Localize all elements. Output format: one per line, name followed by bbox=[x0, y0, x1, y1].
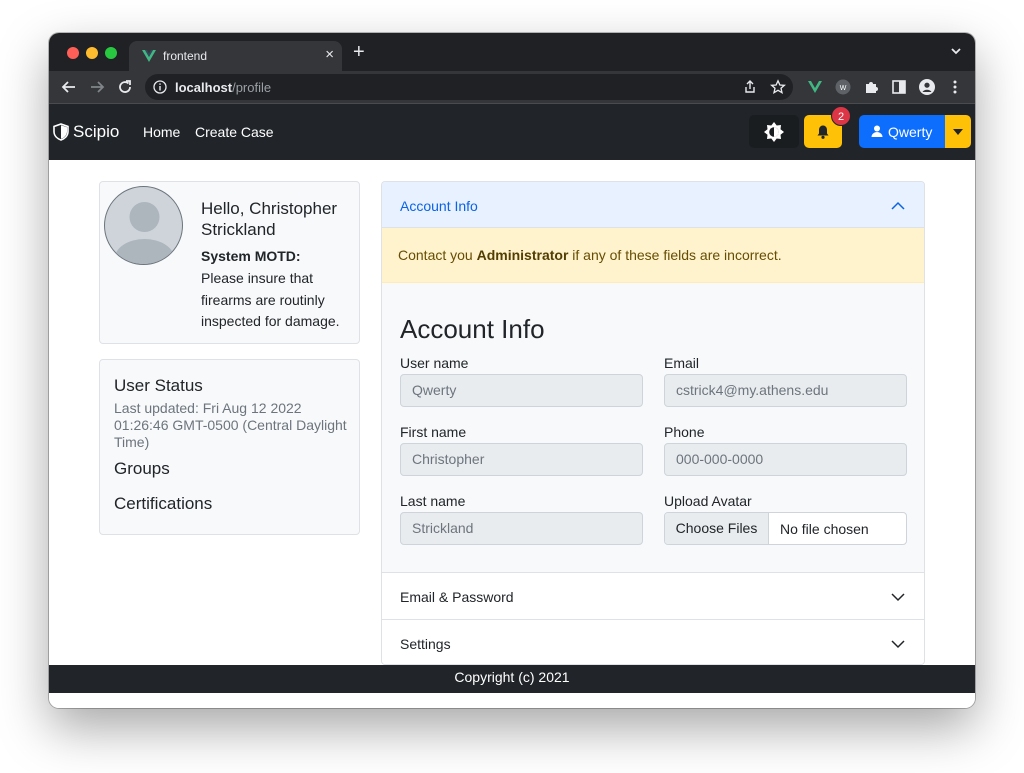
email-label: Email bbox=[664, 355, 700, 371]
account-info-accordion-header[interactable]: Account Info bbox=[382, 182, 924, 228]
user-dropdown-toggle[interactable] bbox=[945, 115, 971, 148]
form-title: Account Info bbox=[400, 314, 545, 344]
default-avatar-icon bbox=[114, 202, 175, 264]
choose-files-button[interactable]: Choose Files bbox=[665, 513, 769, 544]
brightness-icon bbox=[764, 122, 784, 142]
caret-down-icon bbox=[953, 129, 963, 135]
settings-header-label: Settings bbox=[400, 636, 451, 652]
chevron-up-icon bbox=[891, 201, 905, 210]
profile-avatar-icon[interactable] bbox=[919, 79, 935, 95]
alert-text: Contact you Administrator if any of thes… bbox=[398, 247, 782, 263]
motd-text: Please insure that firearms are routinly… bbox=[201, 270, 340, 329]
new-tab-button[interactable]: + bbox=[353, 42, 365, 62]
user-status-card: User Status Last updated: Fri Aug 12 202… bbox=[99, 359, 360, 535]
share-icon[interactable] bbox=[742, 79, 758, 95]
chevron-down-icon[interactable] bbox=[949, 44, 963, 58]
brand-name: Scipio bbox=[73, 122, 120, 141]
theme-toggle-button[interactable] bbox=[749, 115, 799, 148]
wappalyzer-icon[interactable]: W bbox=[835, 79, 851, 95]
groups-heading: Groups bbox=[114, 459, 170, 478]
url-path: /profile bbox=[232, 80, 272, 95]
motd-label: System MOTD: bbox=[201, 248, 301, 264]
nav-link-create-case[interactable]: Create Case bbox=[195, 124, 274, 140]
account-info-header-label: Account Info bbox=[400, 198, 478, 214]
brand-link[interactable]: Scipio bbox=[53, 122, 119, 142]
back-arrow-icon[interactable] bbox=[60, 78, 78, 96]
browser-tab[interactable]: frontend × bbox=[129, 41, 342, 71]
info-icon[interactable] bbox=[153, 80, 167, 94]
email-field[interactable]: cstrick4@my.athens.edu bbox=[664, 374, 907, 407]
warning-alert: Contact you Administrator if any of thes… bbox=[382, 228, 924, 283]
user-icon bbox=[871, 125, 883, 137]
minimize-window-button[interactable] bbox=[86, 47, 98, 59]
greeting: Hello, Christopher Strickland bbox=[201, 199, 338, 239]
browser-toolbar: localhost/profile W bbox=[49, 71, 975, 103]
firstname-label: First name bbox=[400, 424, 467, 440]
chevron-down-icon bbox=[891, 593, 905, 602]
settings-accordion-header[interactable]: Settings bbox=[382, 619, 924, 664]
vue-devtools-icon[interactable] bbox=[807, 79, 823, 95]
extensions-puzzle-icon[interactable] bbox=[863, 79, 879, 95]
certifications-heading: Certifications bbox=[114, 494, 213, 513]
alert-bold: Administrator bbox=[476, 247, 569, 263]
username-field[interactable]: Qwerty bbox=[400, 374, 643, 407]
bookmark-star-icon[interactable] bbox=[770, 79, 786, 95]
account-info-body: Account Info User name Qwerty Email cstr… bbox=[382, 283, 924, 572]
alert-prefix: Contact you bbox=[398, 247, 477, 263]
email-password-header-label: Email & Password bbox=[400, 589, 514, 605]
email-password-accordion-header[interactable]: Email & Password bbox=[382, 572, 924, 619]
side-panel-icon[interactable] bbox=[891, 79, 907, 95]
maximize-window-button[interactable] bbox=[105, 47, 117, 59]
avatar bbox=[104, 186, 183, 265]
bell-icon bbox=[817, 125, 829, 139]
username-label: User name bbox=[400, 355, 469, 371]
url-host: localhost bbox=[175, 80, 233, 95]
file-status-text: No file chosen bbox=[780, 521, 869, 537]
profile-accordion: Account Info Contact you Administrator i… bbox=[381, 181, 925, 665]
notification-badge: 2 bbox=[831, 106, 851, 126]
profile-card: Hello, Christopher Strickland System MOT… bbox=[99, 181, 360, 344]
user-status-title: User Status bbox=[114, 376, 203, 395]
lastname-field[interactable]: Strickland bbox=[400, 512, 643, 545]
browser-window: frontend × + localhost/profile W Scipio … bbox=[49, 33, 975, 708]
avatar-upload-label: Upload Avatar bbox=[664, 493, 752, 509]
vue-logo-icon bbox=[142, 50, 156, 62]
reload-icon[interactable] bbox=[116, 78, 134, 96]
page-footer: Copyright (c) 2021 bbox=[49, 665, 975, 693]
lastname-label: Last name bbox=[400, 493, 466, 509]
tab-close-button[interactable]: × bbox=[325, 46, 334, 64]
close-window-button[interactable] bbox=[67, 47, 79, 59]
last-updated-text: Last updated: Fri Aug 12 2022 01:26:46 G… bbox=[114, 400, 347, 450]
nav-link-home[interactable]: Home bbox=[143, 124, 180, 140]
phone-label: Phone bbox=[664, 424, 705, 440]
phone-field[interactable]: 000-000-0000 bbox=[664, 443, 907, 476]
forward-arrow-icon[interactable] bbox=[88, 78, 106, 96]
alert-suffix: if any of these fields are incorrect. bbox=[568, 247, 782, 263]
firstname-field[interactable]: Christopher bbox=[400, 443, 643, 476]
chevron-down-icon bbox=[891, 640, 905, 649]
kebab-menu-icon[interactable] bbox=[947, 79, 963, 95]
avatar-upload-field[interactable]: Choose Files No file chosen bbox=[664, 512, 907, 545]
browser-tabstrip: frontend × + bbox=[49, 33, 975, 71]
user-menu-button[interactable]: Qwerty bbox=[859, 115, 945, 148]
url-text: localhost/profile bbox=[175, 80, 271, 95]
copyright-text: Copyright (c) 2021 bbox=[454, 669, 570, 685]
shield-icon bbox=[53, 123, 69, 141]
tab-title: frontend bbox=[163, 49, 208, 63]
address-bar[interactable]: localhost/profile bbox=[145, 74, 793, 100]
page-content: Hello, Christopher Strickland System MOT… bbox=[49, 160, 975, 665]
user-name: Qwerty bbox=[888, 124, 933, 140]
window-bottom bbox=[49, 693, 975, 708]
svg-text:W: W bbox=[840, 85, 847, 92]
